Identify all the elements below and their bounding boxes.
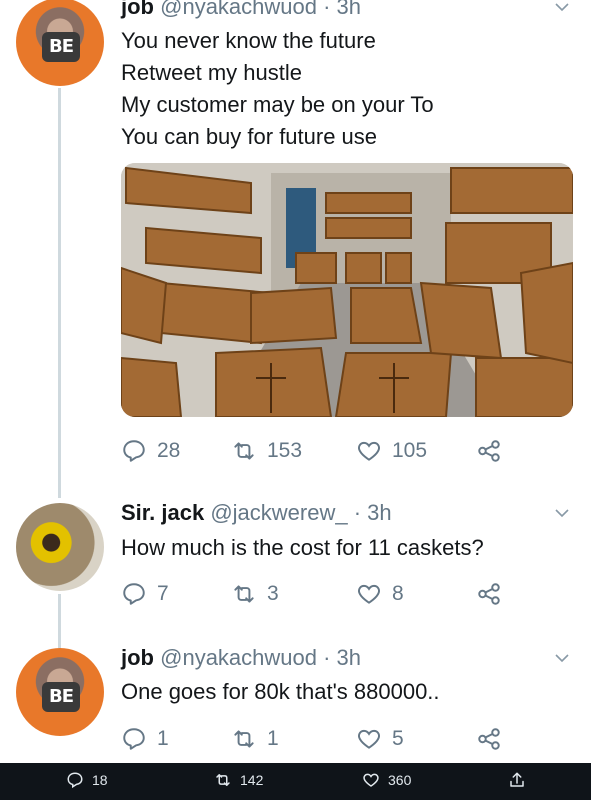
tweet-text: How much is the cost for 11 caskets? [121,532,484,564]
reply-count: 7 [157,582,169,605]
bar-retweet-button[interactable]: 142 [214,771,263,789]
bar-reply-button[interactable]: 18 [66,771,108,789]
tweet-header: Sir. jack @jackwerew_ · 3h [121,500,392,526]
caskets-photo [121,163,573,417]
share-button[interactable] [476,434,502,468]
like-count: 105 [392,439,428,462]
tweet-line: You never know the future [121,28,376,53]
reply-icon [123,583,145,605]
retweet-button[interactable]: 3 [231,577,279,611]
chevron-down-icon[interactable] [555,0,569,14]
reply-button[interactable]: 7 [121,577,169,611]
avatar-badge: BE [42,682,80,712]
display-name[interactable]: job [121,645,154,670]
tweet-line: Retweet my hustle [121,60,302,85]
like-count: 8 [392,582,404,605]
retweet-count: 1 [267,727,279,750]
reply-count: 28 [157,439,181,462]
like-count: 5 [392,727,404,750]
avatar[interactable]: BE [16,0,104,86]
share-icon [478,583,500,605]
bar-retweet-count: 142 [240,772,264,788]
display-name[interactable]: Sir. jack [121,500,204,525]
share-icon [478,440,500,462]
reply-icon [67,772,83,789]
handle-time: @jackwerew_ · 3h [210,500,392,525]
tweet-header: job @nyakachwuod · 3h [121,0,361,20]
bar-like-button[interactable]: 360 [362,771,411,789]
upload-icon [510,772,524,787]
tweet-line: One goes for 80k that's 880000.. [121,679,440,704]
like-button[interactable]: 5 [356,722,404,756]
tweet-line: How much is the cost for 11 caskets? [121,535,484,560]
like-button[interactable]: 105 [356,434,427,468]
share-icon [478,728,500,750]
reply-icon [123,440,145,462]
tweet-line: You can buy for future use [121,124,378,149]
handle-time: @nyakachwuod · 3h [160,645,362,670]
like-icon [358,729,380,749]
like-icon [358,441,380,461]
tweet-actions: 7 3 8 [121,577,561,611]
share-button[interactable] [476,722,502,756]
retweet-button[interactable]: 1 [231,722,279,756]
chevron-down-icon[interactable] [555,651,569,665]
tweet-text: You never know the future Retweet my hus… [121,25,434,153]
reply-count: 1 [157,727,169,750]
thread-line [58,594,61,648]
reply-icon [123,728,145,750]
retweet-icon [216,774,230,786]
bar-share-button[interactable] [508,771,526,789]
retweet-count: 153 [267,439,303,462]
retweet-count: 3 [267,582,279,605]
tweet-actions: 28 153 105 [121,434,561,468]
chevron-down-icon[interactable] [555,506,569,520]
like-icon [363,773,379,787]
retweet-icon [234,442,254,460]
retweet-icon [234,585,254,603]
bar-reply-count: 18 [92,772,108,788]
like-icon [358,584,380,604]
retweet-button[interactable]: 153 [231,434,302,468]
reply-button[interactable]: 1 [121,722,169,756]
share-button[interactable] [476,577,502,611]
retweet-icon [234,730,254,748]
avatar[interactable]: BE [16,648,104,736]
tweet-header: job @nyakachwuod · 3h [121,645,361,671]
like-button[interactable]: 8 [356,577,404,611]
tweet-media-image[interactable] [121,163,573,417]
thread-line [58,88,61,498]
avatar[interactable] [16,503,104,591]
reply-button[interactable]: 28 [121,434,180,468]
display-name[interactable]: job [121,0,154,19]
bottom-action-bar: 18 142 360 [0,763,591,800]
tweet-text: One goes for 80k that's 880000.. [121,676,440,708]
handle-time: @nyakachwuod · 3h [160,0,362,19]
tweet-line: My customer may be on your To [121,92,434,117]
tweet-actions: 1 1 5 [121,722,561,756]
bar-like-count: 360 [388,772,412,788]
avatar-badge: BE [42,32,80,62]
